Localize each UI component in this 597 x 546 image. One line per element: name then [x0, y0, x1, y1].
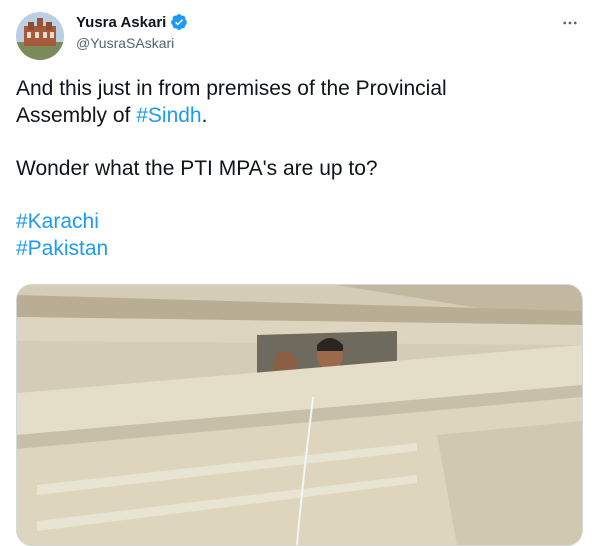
- author-display-name[interactable]: Yusra Askari: [76, 14, 166, 31]
- tweet-media-image[interactable]: [16, 284, 583, 546]
- hashtag-karachi-link[interactable]: #Karachi: [16, 208, 576, 235]
- tweet-line-3: Wonder what the PTI MPA's are up to?: [16, 157, 378, 180]
- tweet-line-1: And this just in from premises of the Pr…: [16, 77, 447, 100]
- author-handle[interactable]: @YusraSAskari: [76, 35, 174, 51]
- avatar-image: [16, 12, 64, 60]
- tweet-text: And this just in from premises of the Pr…: [16, 75, 576, 262]
- author-avatar[interactable]: [16, 12, 64, 60]
- tweet-line-2-period: .: [201, 104, 208, 127]
- more-horizontal-icon[interactable]: [559, 12, 581, 34]
- verified-badge-icon: [170, 13, 188, 31]
- tweet-line-2-text: Assembly of: [16, 104, 137, 127]
- media-photo: [17, 285, 582, 545]
- tweet-line-2: Assembly of #Sindh.: [16, 102, 576, 129]
- author-name-row[interactable]: Yusra Askari: [76, 13, 188, 31]
- hashtag-pakistan-link[interactable]: #Pakistan: [16, 235, 576, 262]
- hashtag-sindh-link[interactable]: #Sindh: [136, 104, 201, 127]
